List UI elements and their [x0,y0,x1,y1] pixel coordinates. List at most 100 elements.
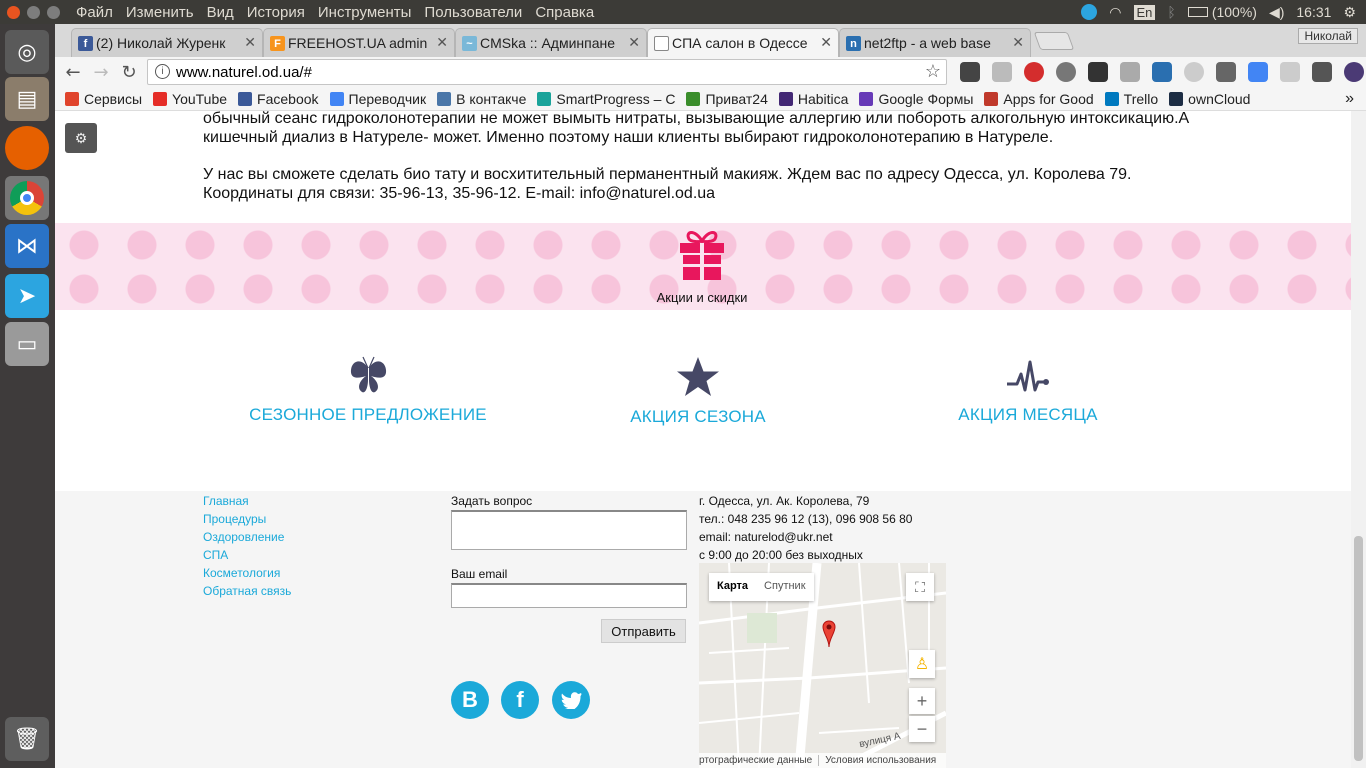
street-view-pegman-icon[interactable]: ♙ [909,650,935,678]
page-scrollbar[interactable] [1351,111,1366,768]
tab-freehost[interactable]: F FREEHOST.UA admin ✕ [263,28,455,57]
window-close-button[interactable] [7,5,20,19]
map-terms-link[interactable]: Условия использования [818,755,936,766]
window-maximize-button[interactable] [47,5,60,19]
footer-link-spa[interactable]: СПА [203,548,228,562]
forward-arrow-icon[interactable]: → [87,62,115,83]
new-tab-button[interactable] [1033,32,1075,50]
close-icon[interactable]: ✕ [244,34,256,51]
menu-file[interactable]: Файл [76,4,113,21]
menu-view[interactable]: Вид [207,4,234,21]
profile-user-badge[interactable]: Николай [1298,28,1358,44]
smartprogress-icon [537,91,552,106]
settings-gears-icon[interactable]: ⚙ [65,123,97,153]
power-gear-icon[interactable]: ⚙ [1343,4,1356,21]
eyedropper-icon[interactable] [1216,62,1236,82]
wifi-icon[interactable]: ◠ [1109,4,1121,21]
files-icon[interactable]: ▤ [5,77,49,121]
scrollbar-thumb[interactable] [1354,536,1363,761]
menu-edit[interactable]: Изменить [126,4,194,21]
menu-history[interactable]: История [247,4,305,21]
zoom-in-button[interactable]: + [909,688,935,714]
adblock-icon[interactable] [1024,62,1044,82]
bluetooth-icon[interactable]: ᛒ [1167,4,1175,20]
extension-spider-icon[interactable] [960,62,980,82]
footer-link-wellness[interactable]: Оздоровление [203,530,284,544]
battery-percent[interactable]: (100%) [1212,4,1257,20]
gift-link[interactable]: Акции и скидки [652,227,752,305]
clock[interactable]: 16:31 [1296,4,1331,20]
close-icon[interactable]: ✕ [628,34,640,51]
bookmark-star-icon[interactable]: ☆ [925,61,941,82]
bookmark-services[interactable]: Сервисы [65,91,142,107]
back-arrow-icon[interactable]: ← [59,62,87,83]
twitter-social-icon[interactable] [552,681,590,719]
close-icon[interactable]: ✕ [1012,34,1024,51]
footer-link-feedback[interactable]: Обратная связь [203,584,291,598]
menu-help[interactable]: Справка [535,4,594,21]
map-tab-map[interactable]: Карта [709,573,756,601]
footer-link-home[interactable]: Главная [203,494,249,508]
footer-link-cosmetology[interactable]: Косметология [203,566,280,580]
extension-box-icon[interactable] [1312,62,1332,82]
keyboard-layout[interactable]: En [1133,4,1156,20]
window-minimize-button[interactable] [27,5,40,19]
extension-radar-icon[interactable] [1184,62,1204,82]
question-textarea[interactable] [451,510,687,550]
translate-icon[interactable] [1248,62,1268,82]
volume-icon[interactable]: ◀) [1269,4,1284,21]
telegram-icon[interactable]: ➤ [5,274,49,318]
menu-tools[interactable]: Инструменты [318,4,412,21]
extension-x-icon[interactable] [1152,62,1172,82]
drive-icon[interactable]: ▭ [5,322,49,366]
tab-cmska[interactable]: ~ CMSka :: Админпане ✕ [455,28,647,57]
facebook-favicon-icon: f [78,36,93,51]
extension-circle-icon[interactable] [1056,62,1076,82]
address-bar[interactable]: i www.naturel.od.ua/# ☆ [147,59,947,85]
tab-net2ftp[interactable]: n net2ftp - a web base ✕ [839,28,1031,57]
bookmark-vk[interactable]: В контакче [437,91,526,107]
extension-grid-icon[interactable] [1280,62,1300,82]
extension-user-icon[interactable] [1344,62,1364,82]
close-icon[interactable]: ✕ [820,34,832,51]
bookmark-trello[interactable]: Trello [1104,91,1158,107]
trash-icon[interactable]: 🗑 [5,717,49,761]
promo-seasonal-offer[interactable]: СЕЗОННОЕ ПРЕДЛОЖЕНИЕ [218,356,518,425]
bookmark-privat24[interactable]: Приват24 [686,91,768,107]
promo-month-action[interactable]: АКЦИЯ МЕСЯЦА [878,356,1178,425]
zoom-out-button[interactable]: − [909,716,935,742]
vscode-icon[interactable]: ⋈ [5,224,49,268]
email-field[interactable] [451,583,687,608]
bookmark-owncloud[interactable]: ownCloud [1169,91,1250,107]
chrome-icon[interactable] [5,176,49,220]
bookmark-facebook[interactable]: Facebook [238,91,319,107]
vk-social-icon[interactable]: В [451,681,489,719]
facebook-social-icon[interactable]: f [501,681,539,719]
bookmarks-overflow-button[interactable]: » [1345,90,1354,108]
battery-icon[interactable] [1187,7,1208,17]
extension-page-icon[interactable] [992,62,1012,82]
promo-season-action[interactable]: АКЦИЯ СЕЗОНА [548,356,848,427]
ubuntu-dash-icon[interactable]: ◎ [5,30,49,74]
bookmark-apps-for-good[interactable]: Apps for Good [984,91,1094,107]
bookmark-google-forms[interactable]: Google Формы [859,91,973,107]
map-tab-satellite[interactable]: Спутник [756,573,813,601]
bookmark-translate[interactable]: Переводчик [329,91,426,107]
reload-icon[interactable]: ↻ [115,62,143,83]
google-map[interactable]: Карта Спутник ⛶ ♙ + − вулиця А ртографич… [699,563,946,768]
info-icon[interactable]: i [155,64,170,79]
menu-users[interactable]: Пользователи [424,4,522,21]
tab-spa-salon[interactable]: СПА салон в Одессе ✕ [647,28,839,57]
fullscreen-icon[interactable]: ⛶ [906,573,934,601]
extension-gear-icon[interactable] [1120,62,1140,82]
firefox-icon[interactable] [5,126,49,170]
tab-facebook[interactable]: f (2) Николай Журенк ✕ [71,28,263,57]
bookmark-smartprogress[interactable]: SmartProgress – С [537,91,675,107]
send-button[interactable]: Отправить [601,619,686,643]
extension-bolt-icon[interactable] [1088,62,1108,82]
close-icon[interactable]: ✕ [436,34,448,51]
bookmark-habitica[interactable]: Habitica [778,91,848,107]
footer-link-procedures[interactable]: Процедуры [203,512,266,526]
bookmark-youtube[interactable]: YouTube [153,91,227,107]
telegram-tray-icon[interactable] [1081,4,1098,20]
